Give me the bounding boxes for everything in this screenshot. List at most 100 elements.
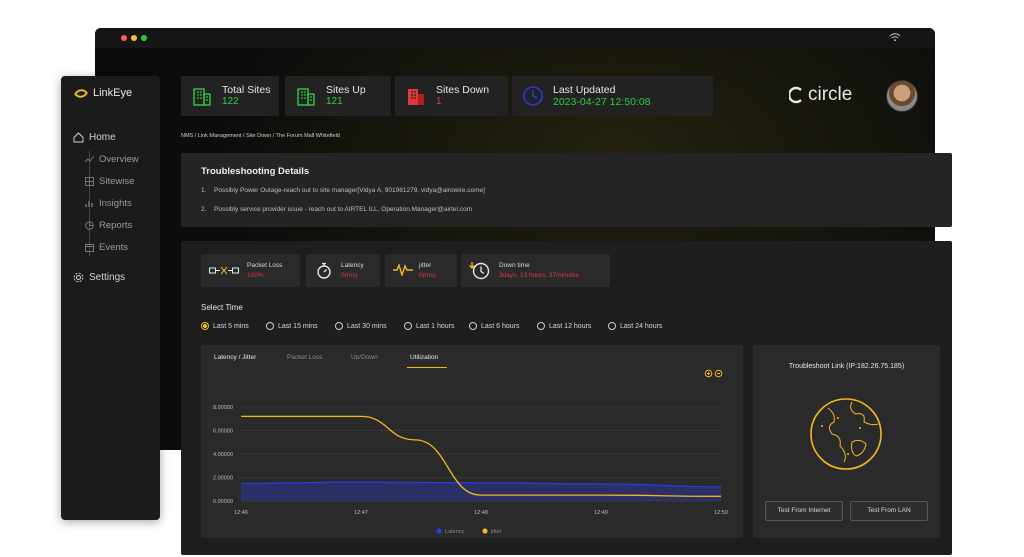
last-updated-label: Last Updated <box>553 84 616 96</box>
radio-icon <box>335 322 343 330</box>
legend-marker <box>436 528 442 534</box>
packet-loss-label: Packet Loss <box>247 262 283 269</box>
sidebar-item-overview[interactable]: Overview <box>85 154 139 165</box>
app-name: LinkEye <box>93 87 133 99</box>
brand-name: circle <box>808 84 853 105</box>
calendar-icon <box>85 244 94 252</box>
time-option-5m[interactable]: Last 5 mins <box>201 322 249 330</box>
globe-icon <box>810 398 882 470</box>
y-tick-label: 6.00000 <box>213 429 233 435</box>
x-tick-label: 12:48 <box>474 510 488 516</box>
zoom-controls[interactable] <box>704 369 724 378</box>
downtime-label: Down time <box>499 262 530 269</box>
y-tick-label: 0.00000 <box>213 499 233 505</box>
user-avatar[interactable] <box>886 80 918 112</box>
legend-label: jitter <box>490 529 502 535</box>
radio-icon <box>608 322 616 330</box>
x-tick-label: 12:47 <box>354 510 368 516</box>
sidebar-item-reports[interactable]: Reports <box>85 220 132 231</box>
time-option-label: Last 24 hours <box>620 322 663 330</box>
sidebar-item-insights[interactable]: Insights <box>85 198 132 209</box>
item-number: 2. <box>201 206 207 213</box>
sidebar-item-settings[interactable]: Settings <box>73 272 125 283</box>
linkeye-logo-icon <box>74 88 88 98</box>
sidebar-item-label: Events <box>99 242 129 253</box>
x-tick-label: 12:50 <box>714 510 728 516</box>
tab-latency-jitter[interactable]: Latency / Jitter <box>214 354 256 361</box>
building-icon <box>193 88 211 106</box>
total-sites-value: 122 <box>222 96 239 107</box>
sidebar-item-sitewise[interactable]: Sitewise <box>85 176 134 187</box>
last-updated-card: Last Updated 2023-04-27 12:50:08 <box>512 76 713 116</box>
minimize-window-icon[interactable] <box>131 35 137 41</box>
tab-packet-loss[interactable]: Packet Loss <box>287 354 322 361</box>
sidebar-item-label: Home <box>89 132 116 143</box>
total-sites-label: Total Sites <box>222 84 271 96</box>
clock-icon <box>523 86 543 106</box>
sidebar-item-events[interactable]: Events <box>85 242 128 253</box>
sidebar-item-home[interactable]: Home <box>73 132 116 143</box>
sites-up-card[interactable]: Sites Up 121 <box>285 76 391 116</box>
latency-label: Latency <box>341 262 364 269</box>
sidebar-item-label: Settings <box>89 272 126 283</box>
time-option-6h[interactable]: Last 6 hours <box>469 322 520 330</box>
sites-down-value: 1 <box>436 96 442 107</box>
test-from-internet-button[interactable]: Test From Internet <box>765 501 843 521</box>
home-icon <box>73 132 84 143</box>
packet-loss-icon <box>209 266 239 275</box>
chart-line-icon <box>85 155 94 163</box>
time-option-12h[interactable]: Last 12 hours <box>537 322 591 330</box>
building-down-icon <box>408 89 424 105</box>
troubleshoot-link-title: Troubleshoot Link (IP:182.26.75.185) <box>788 363 905 370</box>
x-tick-label: 12:46 <box>234 510 248 516</box>
jitter-value: 0(ms) <box>419 272 436 279</box>
troubleshooting-panel: Troubleshooting Details 1. Possibly Power… <box>181 153 952 227</box>
sidebar-item-label: Insights <box>99 198 132 209</box>
line-chart: 0.00000 2.00000 4.00000 6.00000 8.00000 12:46… <box>213 405 728 535</box>
tab-up-down[interactable]: Up/Down <box>351 354 378 361</box>
total-sites-card[interactable]: Total Sites 122 <box>181 76 279 116</box>
sites-up-value: 121 <box>326 96 343 107</box>
bar-chart-icon <box>85 201 93 207</box>
downtime-card: Down time 3days, 13 hours, 37minutes <box>461 254 610 287</box>
close-window-icon[interactable] <box>121 35 127 41</box>
jitter-label: jitter <box>419 262 432 269</box>
time-option-label: Last 6 hours <box>481 322 520 330</box>
x-tick-label: 12:49 <box>594 510 608 516</box>
sidebar: LinkEye Home Overview Sitewise Insights … <box>61 76 160 520</box>
time-option-24h[interactable]: Last 24 hours <box>608 322 662 330</box>
radio-icon <box>469 322 477 330</box>
title-bar <box>95 28 935 48</box>
active-tab-indicator <box>407 367 447 368</box>
packet-loss-card: Packet Loss 100% <box>201 254 300 287</box>
time-option-label: Last 12 hours <box>549 322 592 330</box>
time-option-30m[interactable]: Last 30 mins <box>335 322 387 330</box>
time-option-15m[interactable]: Last 15 mins <box>266 322 318 330</box>
tab-utilization[interactable]: Utilization <box>410 354 438 361</box>
item-number: 1. <box>201 187 207 194</box>
brand-logo: circle <box>789 84 852 106</box>
y-tick-label: 4.00000 <box>213 452 233 458</box>
time-option-label: Last 30 mins <box>347 322 387 330</box>
circle-logo-icon <box>789 86 802 104</box>
downtime-value: 3days, 13 hours, 37minutes <box>499 272 579 279</box>
test-from-lan-button[interactable]: Test From LAN <box>850 501 928 521</box>
sidebar-item-label: Reports <box>99 220 133 231</box>
maximize-window-icon[interactable] <box>141 35 147 41</box>
legend-label: Latency <box>445 529 465 535</box>
breadcrumb[interactable]: NMS / Link Management / Site Down / The … <box>181 133 340 139</box>
wifi-icon <box>889 33 901 42</box>
y-tick-label: 8.00000 <box>213 405 233 411</box>
sites-down-card[interactable]: Sites Down 1 <box>395 76 508 116</box>
sites-down-label: Sites Down <box>436 84 490 96</box>
troubleshooting-title: Troubleshooting Details <box>201 166 310 177</box>
radio-selected-icon <box>201 322 209 330</box>
time-option-1h[interactable]: Last 1 hours <box>404 322 455 330</box>
downtime-clock-icon <box>469 262 490 280</box>
radio-icon <box>266 322 274 330</box>
time-option-label: Last 15 mins <box>278 322 318 330</box>
select-time-label: Select Time <box>201 303 243 312</box>
time-option-label: Last 1 hours <box>416 322 455 330</box>
building-icon <box>297 88 315 106</box>
sidebar-item-label: Overview <box>99 154 139 165</box>
